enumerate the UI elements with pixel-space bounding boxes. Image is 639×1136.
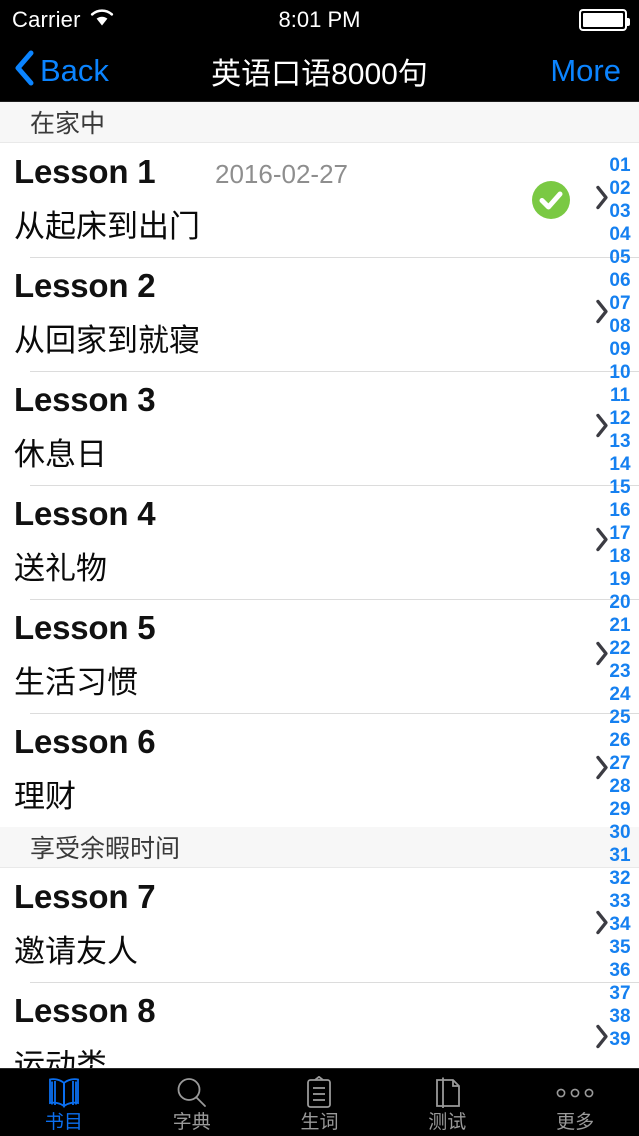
status-bar: Carrier 8:01 PM bbox=[0, 0, 639, 40]
lesson-title: Lesson 3 bbox=[14, 381, 156, 418]
table-row[interactable]: Lesson 2 从回家到就寝 bbox=[0, 257, 639, 371]
section-header: 享受余暇时间 bbox=[0, 827, 639, 868]
section-index-item[interactable]: 24 bbox=[601, 683, 639, 706]
lesson-subtitle: 送礼物 bbox=[14, 551, 107, 586]
lesson-list[interactable]: 在家中 Lesson 1 2016-02-27 从起床到出门 Lesson 2 … bbox=[0, 102, 639, 1068]
section-index-item[interactable]: 27 bbox=[601, 752, 639, 775]
section-index-item[interactable]: 16 bbox=[601, 499, 639, 522]
carrier-label: Carrier bbox=[12, 7, 81, 32]
section-index-item[interactable]: 23 bbox=[601, 660, 639, 683]
section-index-item[interactable]: 18 bbox=[601, 545, 639, 568]
tab-label: 测试 bbox=[428, 1111, 467, 1133]
section-index-item[interactable]: 21 bbox=[601, 614, 639, 637]
more-button[interactable]: More bbox=[550, 40, 621, 101]
lesson-subtitle: 休息日 bbox=[14, 437, 107, 472]
lesson-title: Lesson 5 bbox=[14, 609, 156, 646]
section-index-item[interactable]: 25 bbox=[601, 706, 639, 729]
tab-zidian[interactable]: 字典 bbox=[128, 1069, 256, 1136]
wifi-icon bbox=[89, 7, 115, 33]
section-index-item[interactable]: 02 bbox=[601, 177, 639, 200]
section-index-item[interactable]: 03 bbox=[601, 200, 639, 223]
table-row[interactable]: Lesson 3 休息日 bbox=[0, 371, 639, 485]
section-index-item[interactable]: 20 bbox=[601, 591, 639, 614]
open-book-icon bbox=[44, 1075, 84, 1111]
section-index-item[interactable]: 36 bbox=[601, 959, 639, 982]
lesson-title: Lesson 2 bbox=[14, 267, 156, 304]
app-screen: Carrier 8:01 PM Back 英语口语8000句 More 在家中 … bbox=[0, 0, 639, 1136]
lesson-title: Lesson 1 bbox=[14, 153, 156, 190]
tab-shengci[interactable]: 生词 bbox=[256, 1069, 384, 1136]
completed-check-icon bbox=[531, 180, 571, 220]
section-index-item[interactable]: 11 bbox=[601, 384, 639, 407]
section-index-item[interactable]: 35 bbox=[601, 936, 639, 959]
section-index-item[interactable]: 26 bbox=[601, 729, 639, 752]
table-row[interactable]: Lesson 5 生活习惯 bbox=[0, 599, 639, 713]
section-index-item[interactable]: 06 bbox=[601, 269, 639, 292]
section-index-item[interactable]: 07 bbox=[601, 292, 639, 315]
section-index-item[interactable]: 17 bbox=[601, 522, 639, 545]
lesson-subtitle: 运动类 bbox=[14, 1048, 107, 1068]
pen-paper-icon bbox=[429, 1075, 465, 1111]
section-index-item[interactable]: 28 bbox=[601, 775, 639, 798]
lesson-subtitle: 生活习惯 bbox=[14, 665, 138, 700]
table-row[interactable]: Lesson 7 邀请友人 bbox=[0, 868, 639, 982]
ellipsis-icon bbox=[553, 1075, 597, 1111]
section-index-item[interactable]: 34 bbox=[601, 913, 639, 936]
section-index-item[interactable]: 01 bbox=[601, 154, 639, 177]
lesson-title: Lesson 7 bbox=[14, 878, 156, 915]
lesson-subtitle: 从起床到出门 bbox=[14, 209, 200, 244]
tab-gengduo[interactable]: 更多 bbox=[511, 1069, 639, 1136]
section-index-item[interactable]: 29 bbox=[601, 798, 639, 821]
section-index-item[interactable]: 33 bbox=[601, 890, 639, 913]
section-index-item[interactable]: 38 bbox=[601, 1005, 639, 1028]
battery-full-icon bbox=[579, 9, 630, 31]
tab-shumu[interactable]: 书目 bbox=[0, 1069, 128, 1136]
section-index-item[interactable]: 08 bbox=[601, 315, 639, 338]
lesson-title: Lesson 6 bbox=[14, 723, 156, 760]
section-index-item[interactable]: 39 bbox=[601, 1028, 639, 1051]
tab-label: 生词 bbox=[300, 1111, 339, 1133]
magnifier-icon bbox=[174, 1075, 210, 1111]
table-row[interactable]: Lesson 4 送礼物 bbox=[0, 485, 639, 599]
status-bar-left: Carrier bbox=[0, 7, 115, 33]
section-index-item[interactable]: 10 bbox=[601, 361, 639, 384]
tab-ceshi[interactable]: 测试 bbox=[383, 1069, 511, 1136]
chevron-left-icon bbox=[14, 49, 36, 92]
section-index-item[interactable]: 31 bbox=[601, 844, 639, 867]
section-index-bar[interactable]: 01 02 03 04 05 06 07 08 09 10 11 12 13 14 15 16 17 18 19 20… bbox=[601, 102, 639, 1068]
status-bar-right bbox=[579, 0, 630, 40]
section-index-item[interactable]: 14 bbox=[601, 453, 639, 476]
back-button[interactable]: Back bbox=[14, 40, 109, 101]
table-row[interactable]: Lesson 8 运动类 bbox=[0, 982, 639, 1068]
tab-label: 书目 bbox=[44, 1111, 83, 1133]
tab-label: 字典 bbox=[172, 1111, 211, 1133]
section-index-item[interactable]: 19 bbox=[601, 568, 639, 591]
back-button-label: Back bbox=[40, 52, 109, 88]
section-index-item[interactable]: 05 bbox=[601, 246, 639, 269]
tab-bar: 书目 字典 生词 测试 更多 bbox=[0, 1068, 639, 1136]
section-index-item[interactable]: 15 bbox=[601, 476, 639, 499]
section-index-item[interactable]: 30 bbox=[601, 821, 639, 844]
lesson-subtitle: 邀请友人 bbox=[14, 934, 138, 969]
tab-label: 更多 bbox=[556, 1111, 595, 1133]
section-header: 在家中 bbox=[0, 102, 639, 143]
lesson-subtitle: 理财 bbox=[14, 779, 76, 814]
lesson-title: Lesson 4 bbox=[14, 495, 156, 532]
section-index-item[interactable]: 37 bbox=[601, 982, 639, 1005]
section-index-item[interactable]: 32 bbox=[601, 867, 639, 890]
lesson-subtitle: 从回家到就寝 bbox=[14, 323, 200, 358]
section-index-item[interactable]: 13 bbox=[601, 430, 639, 453]
section-index-item[interactable]: 12 bbox=[601, 407, 639, 430]
section-index-item[interactable]: 22 bbox=[601, 637, 639, 660]
lesson-title: Lesson 8 bbox=[14, 992, 156, 1029]
clipboard-icon bbox=[302, 1075, 336, 1111]
section-index-item[interactable]: 04 bbox=[601, 223, 639, 246]
section-index-item[interactable]: 09 bbox=[601, 338, 639, 361]
lesson-date: 2016-02-27 bbox=[215, 159, 348, 189]
table-row[interactable]: Lesson 1 2016-02-27 从起床到出门 bbox=[0, 143, 639, 257]
navigation-bar: Back 英语口语8000句 More bbox=[0, 40, 639, 102]
table-row[interactable]: Lesson 6 理财 bbox=[0, 713, 639, 827]
